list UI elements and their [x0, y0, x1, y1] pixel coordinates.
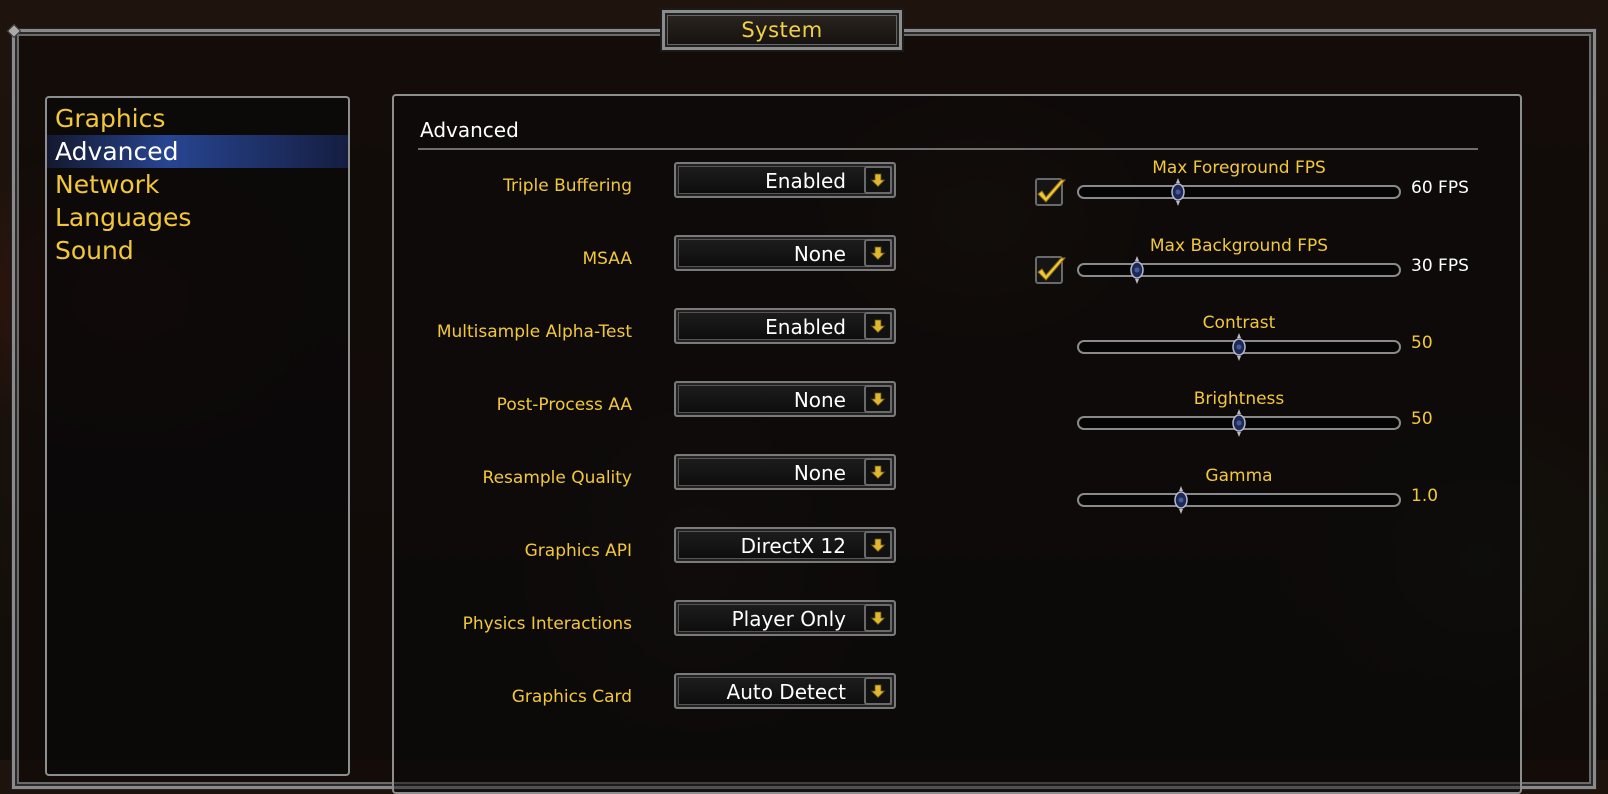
graphics-api-dropdown[interactable]: DirectX 12 [674, 527, 896, 563]
arrow-down-icon [870, 611, 886, 626]
gamma-value: 1.0 [1411, 486, 1439, 506]
dropdown-arrow-button[interactable] [864, 239, 892, 267]
graphics-card-selected-value: Auto Detect [726, 680, 846, 704]
max-foreground-fps-label: Max Foreground FPS [1152, 158, 1326, 178]
post-process-aa-dropdown[interactable]: None [674, 381, 896, 417]
dropdown-arrow-button[interactable] [864, 458, 892, 486]
slider-thumb[interactable] [1129, 256, 1144, 284]
graphics-api-label: Graphics API [524, 541, 632, 561]
triple-buffering-label: Triple Buffering [503, 176, 632, 196]
brightness-value: 50 [1411, 409, 1433, 429]
physics-interactions-label: Physics Interactions [462, 614, 632, 634]
dropdown-arrow-button[interactable] [864, 604, 892, 632]
category-languages[interactable]: Languages [47, 201, 348, 234]
category-list: Graphics Advanced Network Languages Soun… [45, 96, 350, 776]
msaa-selected-value: None [793, 242, 846, 266]
max-foreground-fps-value: 60 FPS [1411, 178, 1469, 198]
arrow-down-icon [870, 538, 886, 553]
contrast-label: Contrast [1202, 313, 1276, 333]
checkmark-icon [1037, 257, 1067, 281]
window-title: System [741, 18, 823, 42]
contrast-slider[interactable] [1077, 333, 1401, 361]
triple-buffering-selected-value: Enabled [765, 169, 846, 193]
slider-thumb[interactable] [1232, 409, 1246, 437]
post-process-aa-label: Post-Process AA [496, 395, 632, 415]
gamma-label: Gamma [1205, 466, 1273, 486]
section-title: Advanced [420, 118, 519, 142]
max-background-fps-checkbox[interactable] [1035, 256, 1067, 284]
arrow-down-icon [870, 392, 886, 407]
graphics-card-dropdown[interactable]: Auto Detect [674, 673, 896, 709]
dropdown-arrow-button[interactable] [864, 385, 892, 413]
contrast-value: 50 [1411, 333, 1433, 353]
max-background-fps-label: Max Background FPS [1149, 236, 1329, 256]
graphics-api-selected-value: DirectX 12 [740, 534, 846, 558]
category-advanced[interactable]: Advanced [47, 135, 348, 168]
multisample-alpha-test-dropdown[interactable]: Enabled [674, 308, 896, 344]
resample-quality-label: Resample Quality [482, 468, 632, 488]
arrow-down-icon [870, 684, 886, 699]
max-foreground-fps-slider[interactable] [1077, 178, 1401, 206]
window-title-plate: System [662, 10, 902, 50]
resample-quality-selected-value: None [793, 461, 846, 485]
multisample-alpha-test-selected-value: Enabled [765, 315, 846, 339]
post-process-aa-selected-value: None [793, 388, 846, 412]
brightness-label: Brightness [1193, 389, 1285, 409]
category-sound[interactable]: Sound [47, 234, 348, 267]
max-background-fps-slider[interactable] [1077, 256, 1401, 284]
graphics-card-label: Graphics Card [511, 687, 632, 707]
checkmark-icon [1037, 179, 1067, 203]
slider-thumb[interactable] [1174, 486, 1189, 514]
triple-buffering-dropdown[interactable]: Enabled [674, 162, 896, 198]
physics-interactions-dropdown[interactable]: Player Only [674, 600, 896, 636]
frame-corner-ornament [6, 23, 22, 39]
msaa-dropdown[interactable]: None [674, 235, 896, 271]
arrow-down-icon [870, 173, 886, 188]
settings-panel: Advanced Triple Buffering Enabled MSAA None… [392, 94, 1522, 794]
category-network[interactable]: Network [47, 168, 348, 201]
dropdown-arrow-button[interactable] [864, 312, 892, 340]
brightness-slider[interactable] [1077, 409, 1401, 437]
dropdown-arrow-button[interactable] [864, 677, 892, 705]
dropdown-arrow-button[interactable] [864, 166, 892, 194]
msaa-label: MSAA [582, 249, 632, 269]
multisample-alpha-test-label: Multisample Alpha-Test [436, 322, 632, 342]
max-background-fps-value: 30 FPS [1411, 256, 1469, 276]
slider-thumb[interactable] [1232, 333, 1246, 361]
resample-quality-dropdown[interactable]: None [674, 454, 896, 490]
arrow-down-icon [870, 319, 886, 334]
physics-interactions-selected-value: Player Only [731, 607, 846, 631]
dropdown-arrow-button[interactable] [864, 531, 892, 559]
gamma-slider[interactable] [1077, 486, 1401, 514]
slider-thumb[interactable] [1171, 178, 1185, 206]
arrow-down-icon [870, 465, 886, 480]
category-graphics[interactable]: Graphics [47, 102, 348, 135]
arrow-down-icon [870, 246, 886, 261]
section-divider [418, 148, 1478, 150]
max-foreground-fps-checkbox[interactable] [1035, 178, 1067, 206]
